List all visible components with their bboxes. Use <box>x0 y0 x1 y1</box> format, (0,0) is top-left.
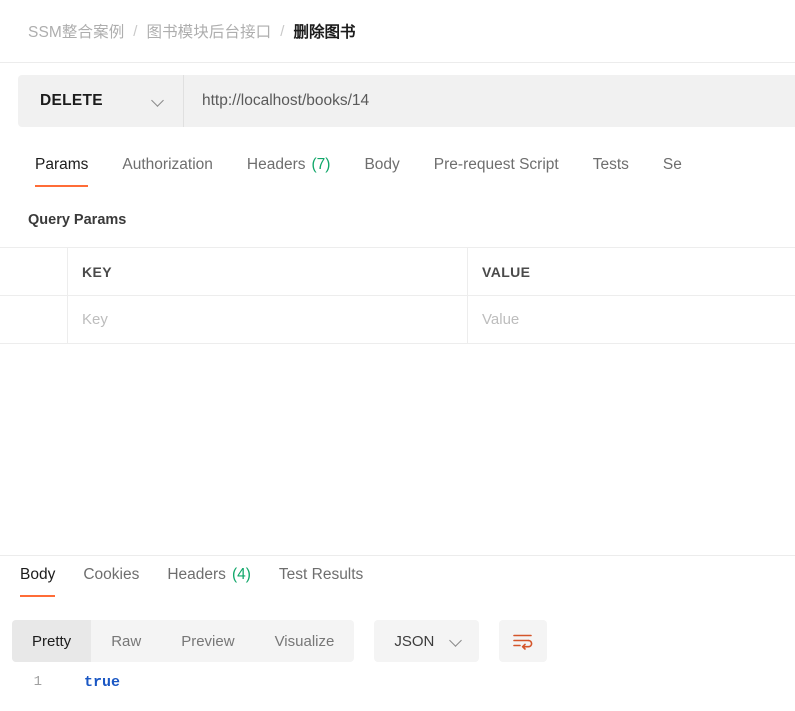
response-tabs: Body Cookies Headers (4) Test Results <box>0 560 795 604</box>
response-view-mode-group: Pretty Raw Preview Visualize <box>12 620 355 662</box>
param-value-input[interactable]: Value <box>468 296 795 343</box>
tab-body[interactable]: Body <box>347 150 416 194</box>
word-wrap-button[interactable] <box>499 620 548 662</box>
tab-headers-count: (7) <box>311 156 331 173</box>
breadcrumb-separator: / <box>133 22 138 40</box>
breadcrumb-item-collection[interactable]: SSM整合案例 <box>28 20 124 42</box>
response-tab-headers-count: (4) <box>231 566 251 583</box>
response-language-label: JSON <box>394 632 435 650</box>
word-wrap-icon <box>513 634 533 650</box>
tab-pre-request-script-label: Pre-request Script <box>433 156 559 173</box>
response-body-viewer[interactable]: 1 true <box>0 668 795 711</box>
response-tab-body[interactable]: Body <box>6 560 69 604</box>
view-mode-visualize[interactable]: Visualize <box>255 620 355 662</box>
tab-params-label: Params <box>35 156 89 173</box>
response-tab-body-label: Body <box>20 566 56 583</box>
breadcrumb: SSM整合案例 / 图书模块后台接口 / 删除图书 <box>0 0 795 62</box>
tab-headers-label: Headers <box>246 156 306 173</box>
response-tab-cookies-label: Cookies <box>83 566 140 583</box>
column-header-key: KEY <box>68 248 468 295</box>
tab-authorization[interactable]: Authorization <box>105 150 229 194</box>
column-header-value: VALUE <box>482 263 531 280</box>
query-params-table: KEY VALUE Key Value <box>0 247 795 344</box>
chevron-down-icon <box>152 95 165 108</box>
tab-tests[interactable]: Tests <box>576 150 646 194</box>
breadcrumb-current-request: 删除图书 <box>293 24 356 41</box>
pane-divider[interactable] <box>0 555 795 556</box>
response-tab-headers[interactable]: Headers (4) <box>153 560 265 604</box>
response-body-value: true <box>84 673 121 691</box>
tab-pre-request-script[interactable]: Pre-request Script <box>417 150 576 194</box>
response-tab-headers-label: Headers <box>167 566 226 583</box>
response-tab-cookies[interactable]: Cookies <box>69 560 153 604</box>
breadcrumb-separator: / <box>280 22 285 40</box>
tab-headers[interactable]: Headers (7) <box>230 150 348 194</box>
tab-settings[interactable]: Se <box>646 150 699 194</box>
column-header-select <box>0 248 68 295</box>
view-mode-preview[interactable]: Preview <box>161 620 254 662</box>
tab-body-label: Body <box>364 156 400 173</box>
row-select-checkbox[interactable] <box>0 296 68 343</box>
table-header-row: KEY VALUE <box>0 248 795 296</box>
tab-tests-label: Tests <box>592 156 629 173</box>
view-mode-pretty[interactable]: Pretty <box>12 620 92 662</box>
tab-params[interactable]: Params <box>18 150 105 194</box>
param-key-input[interactable]: Key <box>68 296 468 343</box>
http-method-label: DELETE <box>40 92 103 109</box>
table-row: Key Value <box>0 296 795 344</box>
line-number: 1 <box>33 674 42 690</box>
chevron-down-icon <box>450 635 463 648</box>
request-tabs: Params Authorization Headers (7) Body Pr… <box>0 150 795 194</box>
http-method-select[interactable]: DELETE <box>18 75 184 127</box>
view-mode-raw[interactable]: Raw <box>91 620 161 662</box>
breadcrumb-item-folder[interactable]: 图书模块后台接口 <box>146 20 271 42</box>
response-format-toolbar: Pretty Raw Preview Visualize JSON <box>0 616 795 666</box>
query-params-title: Query Params <box>28 212 127 228</box>
tab-settings-label: Se <box>662 156 682 173</box>
response-language-select[interactable]: JSON <box>374 620 480 662</box>
response-tab-test-results-label: Test Results <box>278 566 364 583</box>
code-line: 1 true <box>0 668 795 696</box>
postman-window: SSM整合案例 / 图书模块后台接口 / 删除图书 DELETE Params … <box>0 0 795 711</box>
url-bar-group: DELETE <box>18 75 795 127</box>
request-url-input[interactable] <box>184 75 795 127</box>
response-tab-test-results[interactable]: Test Results <box>265 560 377 604</box>
tab-authorization-label: Authorization <box>122 156 213 173</box>
request-empty-area <box>0 344 795 555</box>
request-url-bar: DELETE <box>0 62 795 138</box>
